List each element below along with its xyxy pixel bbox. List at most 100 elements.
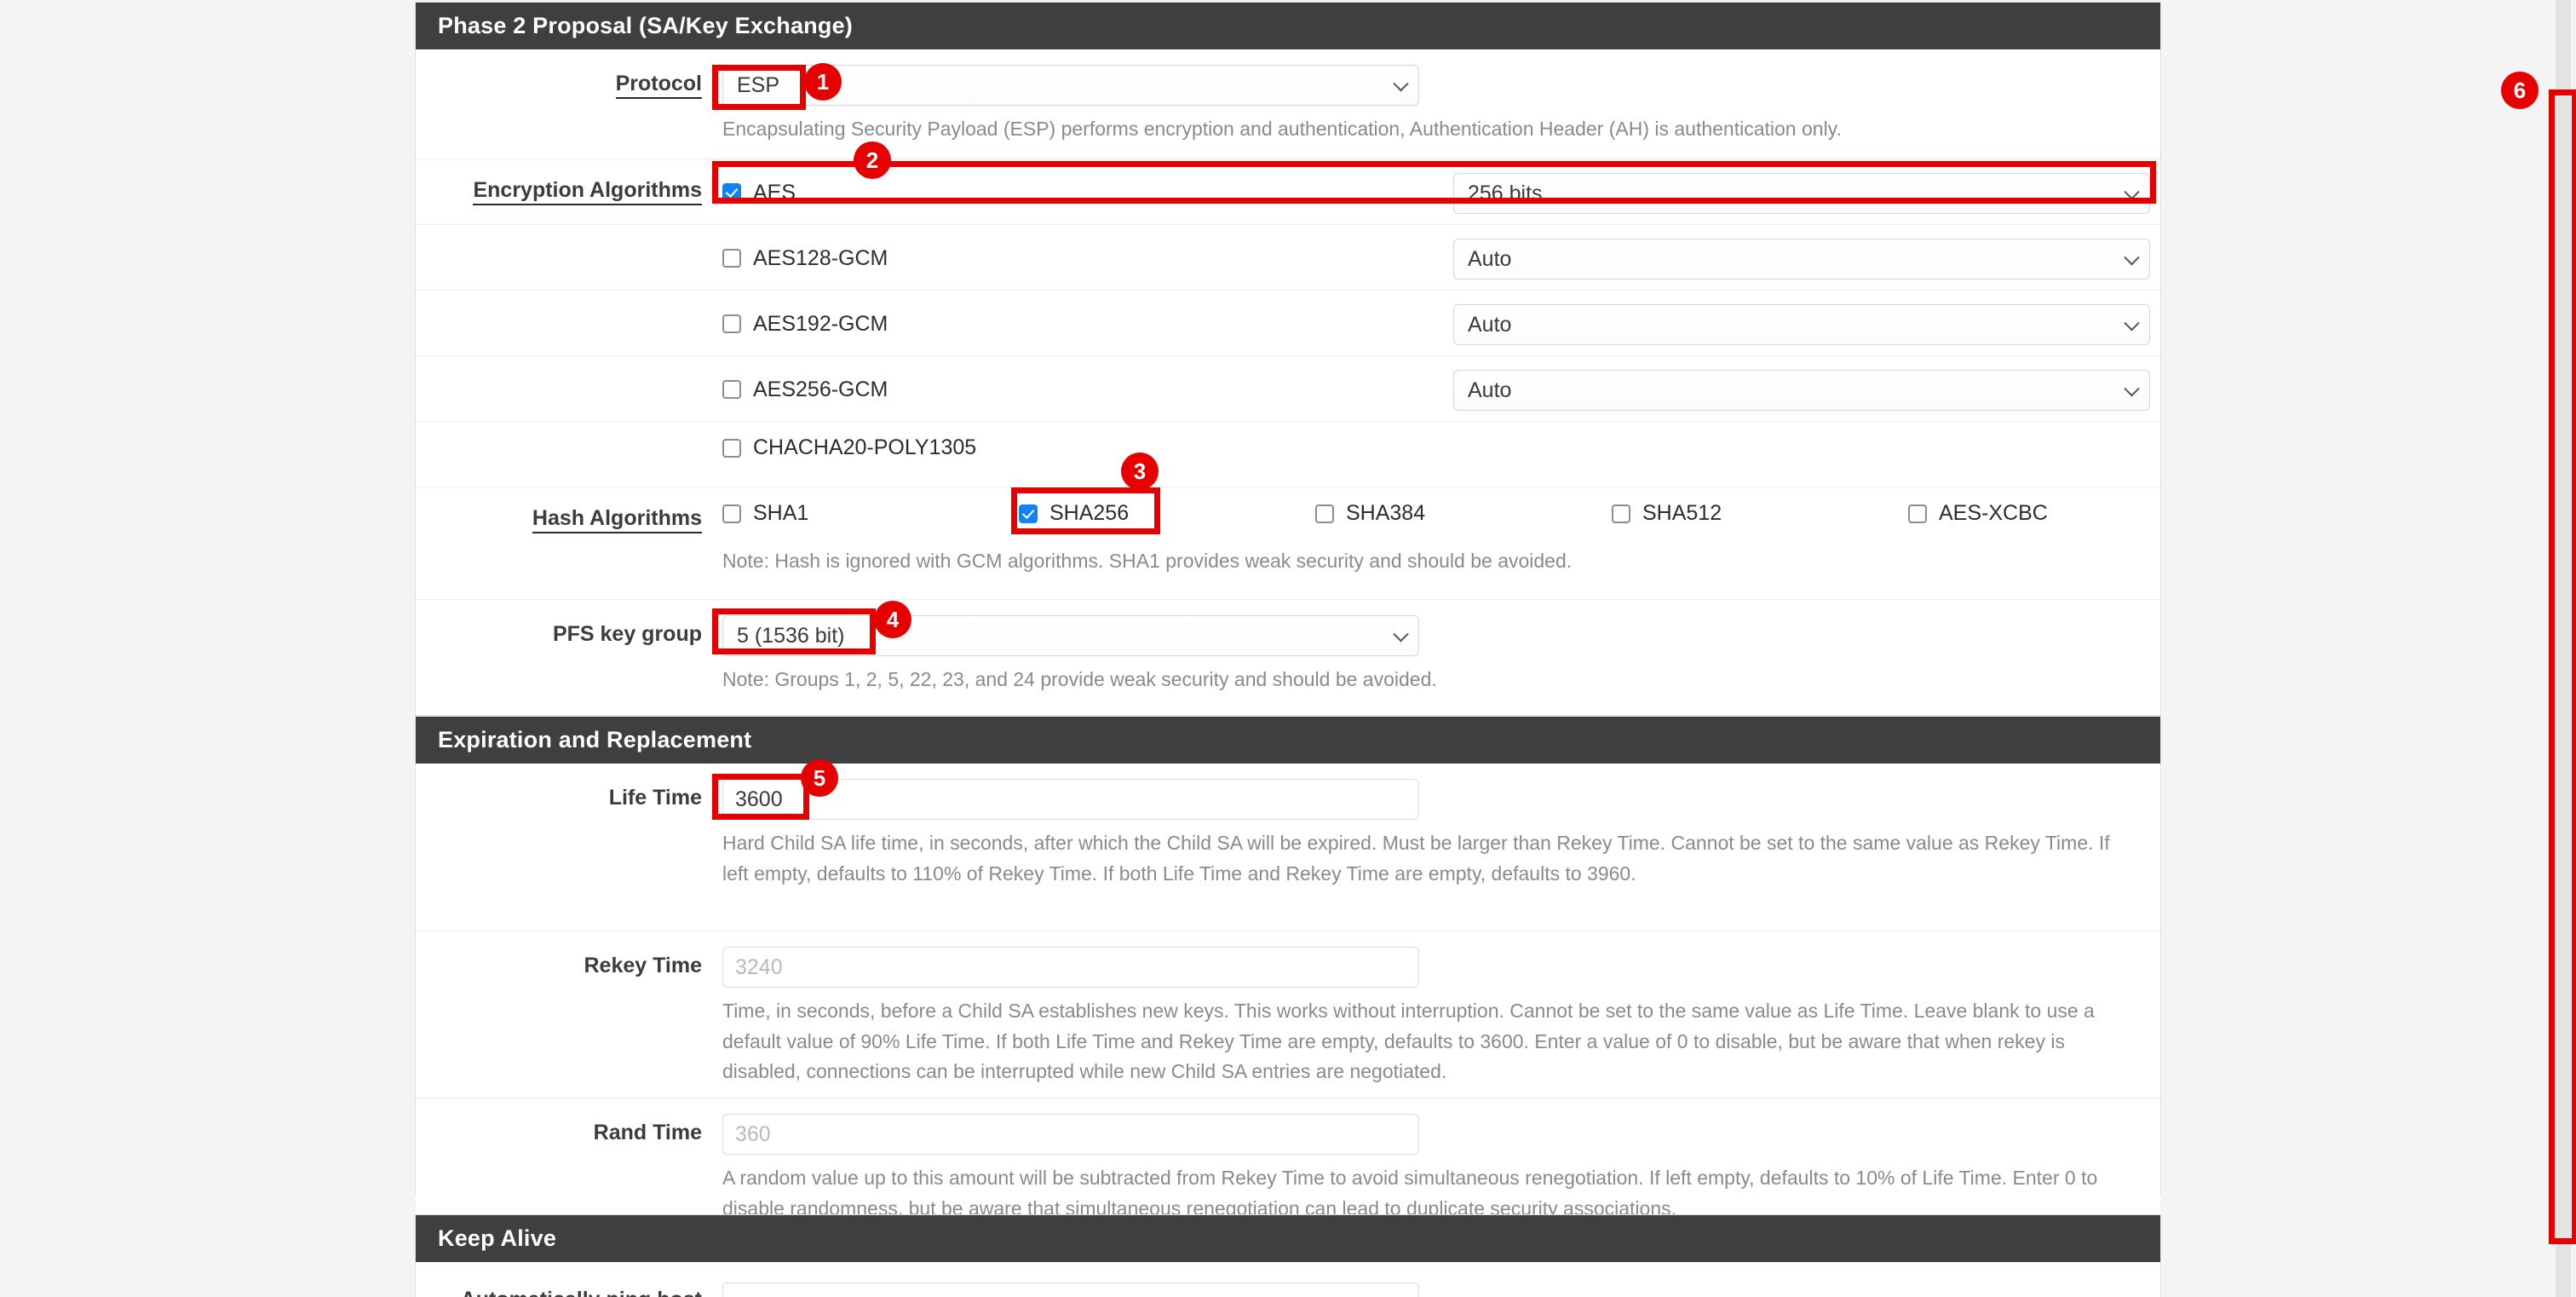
encryption-aes192gcm-row: AES192-GCM Auto bbox=[416, 290, 2160, 355]
life-time-help-text: Hard Child SA life time, in seconds, aft… bbox=[722, 832, 2110, 885]
keep-alive-panel-body: Automatically ping host bbox=[416, 1262, 2160, 1297]
aes128-gcm-checkbox[interactable]: AES128-GCM bbox=[722, 246, 888, 271]
rekey-time-control: Time, in seconds, before a Child SA esta… bbox=[722, 931, 2160, 1099]
checkbox-box-icon bbox=[722, 380, 741, 400]
spacer-label bbox=[416, 422, 722, 444]
checkbox-box-icon bbox=[722, 504, 741, 523]
life-time-label: Life Time bbox=[608, 786, 702, 810]
hash-help-text: Note: Hash is ignored with GCM algorithm… bbox=[722, 549, 1573, 572]
life-time-control: Hard Child SA life time, in seconds, aft… bbox=[722, 764, 2160, 901]
rekey-time-input[interactable] bbox=[722, 947, 1419, 989]
aes128-gcm-keylength-select[interactable]: Auto bbox=[1453, 239, 2150, 280]
aes192-gcm-keylength-select[interactable]: Auto bbox=[1453, 304, 2150, 346]
rand-time-label: Rand Time bbox=[593, 1121, 702, 1145]
page-scrollbar[interactable] bbox=[2556, 0, 2571, 1297]
phase2-panel-body: Protocol ESP Encapsulating Security Payl… bbox=[416, 49, 2160, 702]
spacer-label bbox=[416, 356, 722, 378]
aes192-gcm-checkbox[interactable]: AES192-GCM bbox=[722, 312, 888, 337]
protocol-label: Protocol bbox=[416, 49, 722, 100]
chevron-down-icon bbox=[2126, 256, 2137, 267]
checkbox-box-icon bbox=[1612, 504, 1630, 523]
chacha20-poly1305-checkbox[interactable]: CHACHA20-POLY1305 bbox=[722, 435, 976, 460]
ping-host-label: Automatically ping host bbox=[416, 1262, 722, 1297]
sha512-label: SHA512 bbox=[1642, 501, 1722, 526]
pfs-key-group-label: PFS key group bbox=[552, 622, 702, 647]
life-time-input[interactable] bbox=[722, 779, 1419, 821]
checkbox-box-icon bbox=[1019, 504, 1038, 523]
annotation-marker-6: 6 bbox=[2501, 72, 2539, 109]
aes-checkbox-label: AES bbox=[753, 180, 796, 205]
ping-host-input[interactable] bbox=[722, 1283, 1419, 1297]
protocol-row: Protocol ESP Encapsulating Security Payl… bbox=[416, 49, 2160, 159]
protocol-select-value: ESP bbox=[737, 73, 780, 98]
encryption-algorithms-label: Encryption Algorithms bbox=[416, 159, 722, 206]
ping-host-control bbox=[722, 1262, 2160, 1297]
keep-alive-panel: Keep Alive Automatically ping host bbox=[415, 1214, 2161, 1297]
checkbox-box-icon bbox=[722, 314, 741, 334]
pfs-key-group-control: 5 (1536 bit) Note: Groups 1, 2, 5, 22, 2… bbox=[722, 600, 2160, 707]
sha512-checkbox[interactable]: SHA512 bbox=[1612, 501, 1722, 526]
aes256-gcm-keylength-value: Auto bbox=[1468, 378, 1512, 403]
encryption-aes256gcm-row: AES256-GCM Auto bbox=[416, 355, 2160, 421]
pfs-key-group-select[interactable]: 5 (1536 bit) bbox=[722, 615, 1419, 657]
pfs-key-group-value: 5 (1536 bit) bbox=[737, 624, 845, 648]
aes-checkbox[interactable]: AES bbox=[722, 181, 796, 205]
sha256-label: SHA256 bbox=[1049, 501, 1130, 526]
aes128-gcm-label: AES128-GCM bbox=[753, 245, 888, 270]
life-time-row: Life Time Hard Child SA life time, in se… bbox=[416, 764, 2160, 931]
chacha20-poly1305-label: CHACHA20-POLY1305 bbox=[753, 435, 977, 460]
checkbox-box-icon bbox=[722, 183, 741, 203]
checkbox-box-icon bbox=[722, 249, 741, 268]
phase2-proposal-panel: Phase 2 Proposal (SA/Key Exchange) Proto… bbox=[415, 2, 2161, 716]
chevron-down-icon bbox=[2126, 387, 2137, 398]
sha384-checkbox[interactable]: SHA384 bbox=[1315, 501, 1425, 526]
encryption-aes256gcm-control: AES256-GCM Auto bbox=[722, 356, 2176, 412]
aes256-gcm-label: AES256-GCM bbox=[753, 377, 888, 401]
encryption-chacha20-control: CHACHA20-POLY1305 bbox=[722, 422, 2160, 462]
rekey-time-label: Rekey Time bbox=[584, 954, 702, 978]
spacer-label bbox=[416, 291, 722, 313]
aes192-gcm-keylength-value: Auto bbox=[1468, 313, 1512, 337]
encryption-aes128gcm-row: AES128-GCM Auto bbox=[416, 224, 2160, 290]
protocol-control: ESP Encapsulating Security Payload (ESP)… bbox=[722, 49, 2160, 157]
hash-algorithms-label: Hash Algorithms bbox=[416, 487, 722, 534]
keep-alive-panel-title: Keep Alive bbox=[416, 1215, 2160, 1263]
aes-xcbc-label: AES-XCBC bbox=[1939, 501, 2048, 526]
checkbox-box-icon bbox=[1315, 504, 1334, 523]
aes-keylength-value: 256 bits bbox=[1468, 182, 1543, 206]
aes256-gcm-keylength-select[interactable]: Auto bbox=[1453, 370, 2150, 412]
protocol-select[interactable]: ESP bbox=[722, 65, 1419, 107]
chevron-down-icon bbox=[2126, 321, 2137, 332]
aes-keylength-select[interactable]: 256 bits bbox=[1453, 173, 2150, 215]
ping-host-row: Automatically ping host bbox=[416, 1262, 2160, 1297]
pfs-key-group-row: PFS key group 5 (1536 bit) Note: Groups … bbox=[416, 599, 2160, 701]
encryption-aes128gcm-control: AES128-GCM Auto bbox=[722, 225, 2176, 280]
phase2-panel-title: Phase 2 Proposal (SA/Key Exchange) bbox=[416, 3, 2160, 50]
expiration-panel-body: Life Time Hard Child SA life time, in se… bbox=[416, 764, 2160, 1243]
aes128-gcm-keylength-value: Auto bbox=[1468, 247, 1512, 272]
protocol-help-text: Encapsulating Security Payload (ESP) per… bbox=[722, 118, 1842, 141]
aes-xcbc-checkbox[interactable]: AES-XCBC bbox=[1908, 501, 2048, 526]
hash-algorithms-control: SHA1 SHA256 SHA384 SHA512 AES-XCBC Note:… bbox=[722, 487, 2230, 588]
rekey-time-help-text: Time, in seconds, before a Child SA esta… bbox=[722, 1000, 2095, 1083]
page-root: Phase 2 Proposal (SA/Key Exchange) Proto… bbox=[0, 0, 2576, 1297]
sha384-label: SHA384 bbox=[1346, 501, 1426, 526]
checkbox-box-icon bbox=[1908, 504, 1927, 523]
sha1-checkbox[interactable]: SHA1 bbox=[722, 501, 808, 526]
encryption-aes-row: Encryption Algorithms AES 256 bits bbox=[416, 159, 2160, 224]
aes192-gcm-label: AES192-GCM bbox=[753, 311, 888, 336]
chevron-down-icon bbox=[1395, 82, 1406, 93]
pfs-help-text: Note: Groups 1, 2, 5, 22, 23, and 24 pro… bbox=[722, 668, 1437, 691]
chevron-down-icon bbox=[2126, 190, 2137, 201]
sha256-checkbox[interactable]: SHA256 bbox=[1019, 501, 1129, 526]
hash-algorithms-row: Hash Algorithms SHA1 SHA256 SHA384 SHA51… bbox=[416, 487, 2160, 599]
chevron-down-icon bbox=[1395, 632, 1406, 643]
aes256-gcm-checkbox[interactable]: AES256-GCM bbox=[722, 378, 888, 402]
rekey-time-row: Rekey Time Time, in seconds, before a Ch… bbox=[416, 931, 2160, 1098]
encryption-chacha20-row: CHACHA20-POLY1305 bbox=[416, 421, 2160, 487]
rand-time-input[interactable] bbox=[722, 1114, 1419, 1156]
encryption-aes192gcm-control: AES192-GCM Auto bbox=[722, 291, 2176, 346]
sha1-label: SHA1 bbox=[753, 501, 809, 526]
expiration-panel-title: Expiration and Replacement bbox=[416, 717, 2160, 764]
spacer-label bbox=[416, 225, 722, 247]
